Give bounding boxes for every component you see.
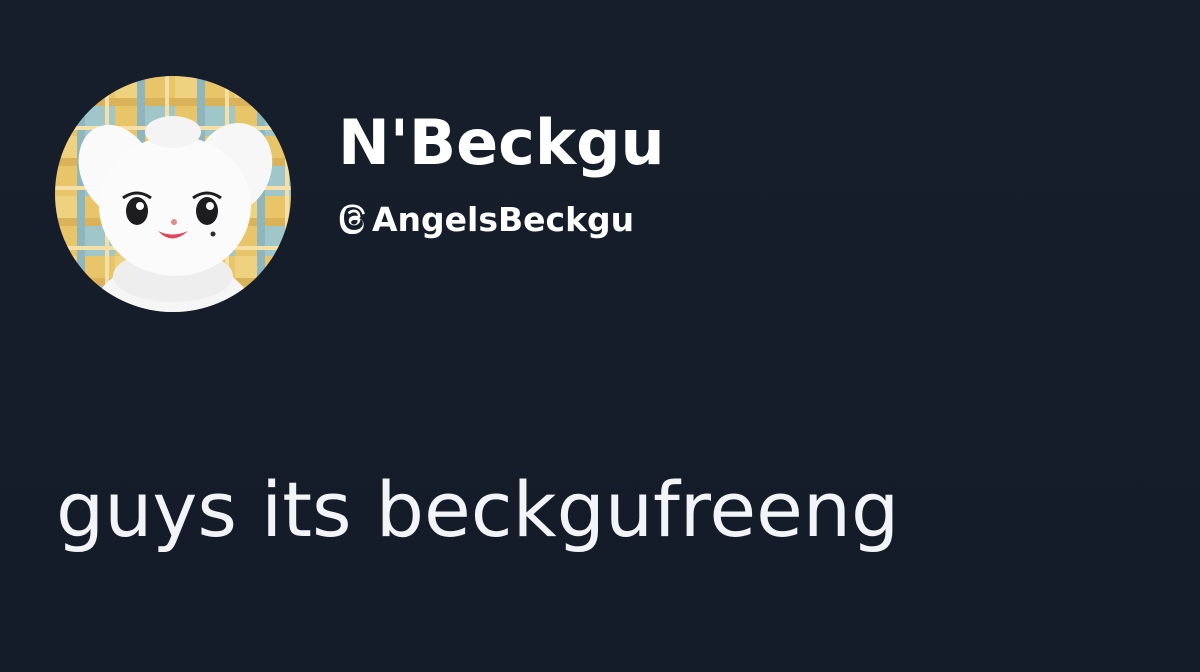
plush-avatar-image [55,76,291,312]
post-card: N'Beckgu AngelsBeckgu guys its beckgufre… [0,0,1200,672]
post-text: guys its beckgufreeng [56,465,900,554]
handle-row[interactable]: AngelsBeckgu [338,200,665,240]
post-header: N'Beckgu AngelsBeckgu [338,104,665,240]
handle: AngelsBeckgu [372,200,635,239]
threads-icon [338,204,370,236]
avatar[interactable] [55,76,291,312]
display-name[interactable]: N'Beckgu [338,104,665,182]
